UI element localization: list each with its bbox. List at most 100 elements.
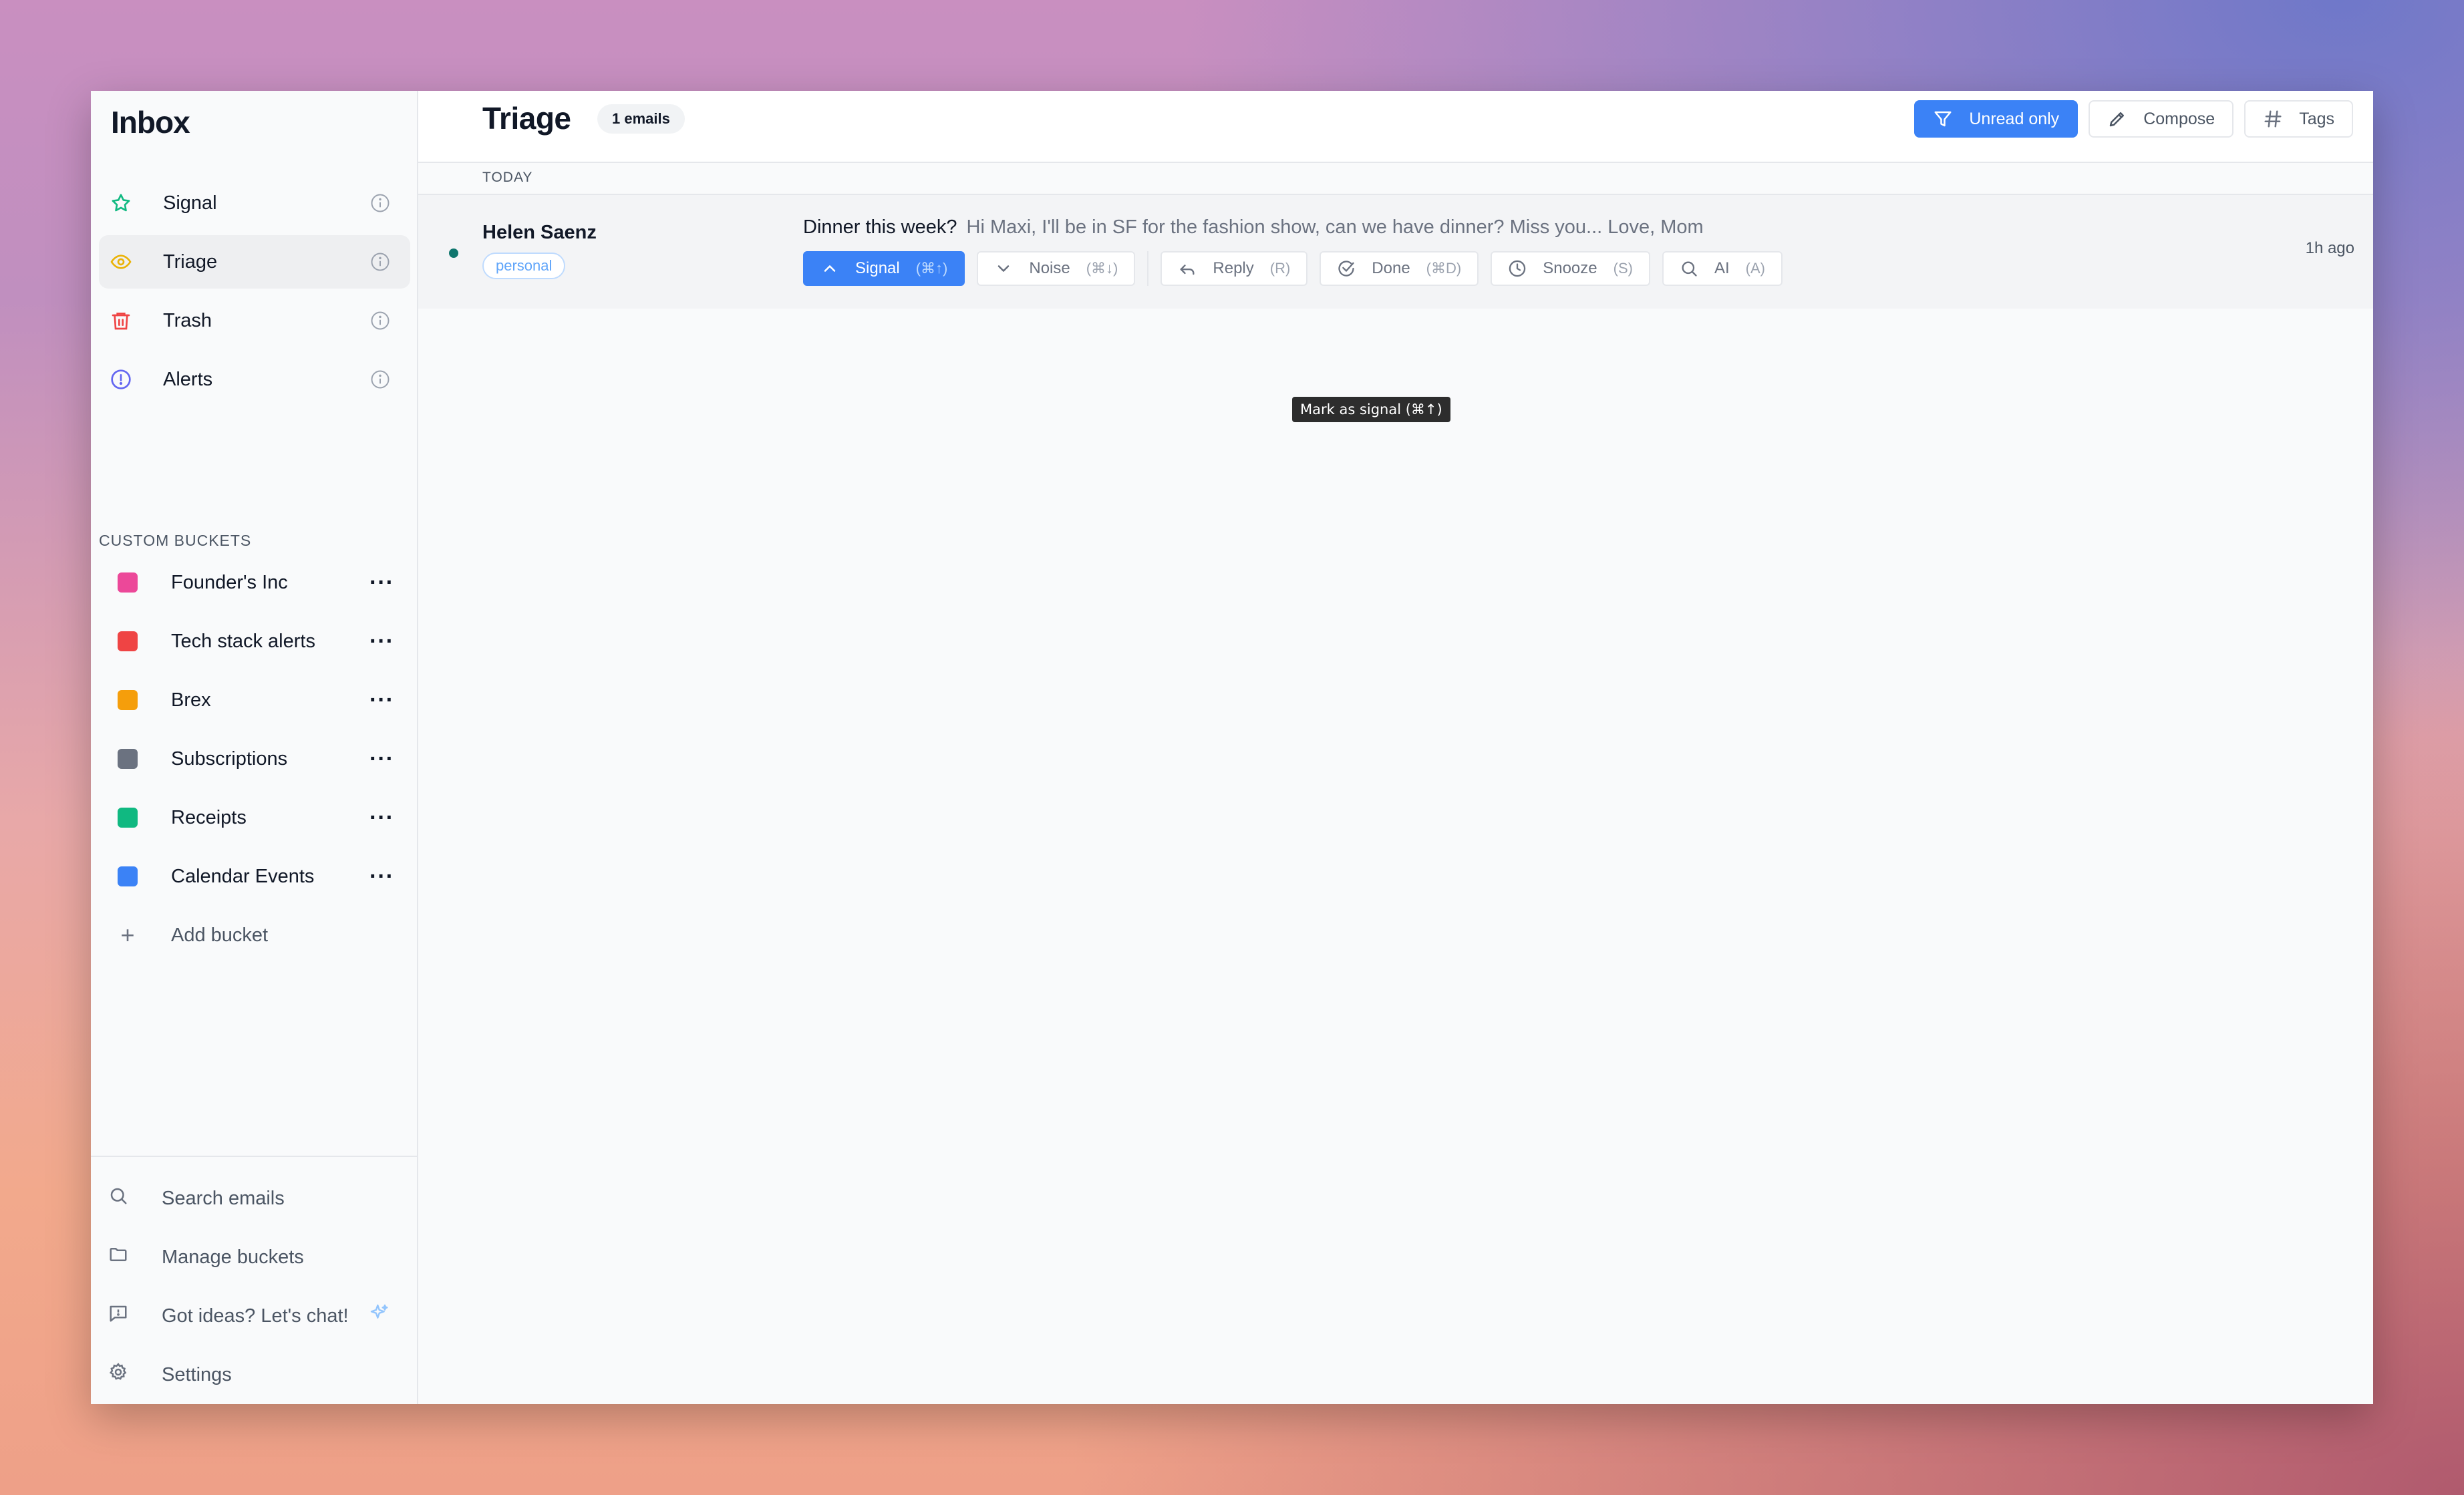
bucket-label: Tech stack alerts	[171, 630, 315, 652]
more-options-icon[interactable]: ···	[369, 748, 394, 770]
sidebar-item-label: Triage	[163, 251, 218, 273]
sidebar-item-trash[interactable]: Trash	[99, 294, 410, 347]
more-options-icon[interactable]: ···	[369, 571, 394, 594]
hash-icon	[2263, 109, 2283, 129]
search-icon	[108, 1186, 128, 1211]
bucket-item-calendar-events[interactable]: Calendar Events ···	[99, 850, 410, 903]
bucket-label: Subscriptions	[171, 748, 288, 770]
bucket-color-swatch	[118, 808, 138, 828]
sidebar-item-label: Signal	[163, 192, 217, 214]
signal-shortcut: (⌘↑)	[915, 260, 948, 277]
tags-button[interactable]: Tags	[2244, 100, 2353, 138]
reply-button[interactable]: Reply (R)	[1161, 251, 1308, 286]
more-options-icon[interactable]: ···	[369, 689, 394, 711]
manage-buckets-button[interactable]: Manage buckets	[91, 1228, 417, 1287]
bucket-label: Founder's Inc	[171, 571, 288, 593]
sparkle-icon	[369, 1303, 390, 1329]
gear-icon	[108, 1362, 128, 1387]
email-actions: Signal (⌘↑) Noise (⌘↓) Reply (R) Done (⌘…	[803, 251, 1783, 286]
bucket-item-receipts[interactable]: Receipts ···	[99, 791, 410, 844]
more-options-icon[interactable]: ···	[369, 865, 394, 888]
app-title: Inbox	[111, 105, 190, 140]
manage-buckets-label: Manage buckets	[162, 1246, 304, 1268]
search-emails-label: Search emails	[162, 1187, 285, 1209]
top-actions: Unread only Compose Tags	[1914, 100, 2353, 138]
eye-icon	[110, 251, 132, 273]
reply-icon	[1178, 259, 1197, 278]
noise-label: Noise	[1029, 259, 1070, 277]
ai-shortcut: (A)	[1745, 260, 1765, 277]
bucket-item-founders-inc[interactable]: Founder's Inc ···	[99, 556, 410, 609]
feedback-chat-button[interactable]: Got ideas? Let's chat!	[91, 1287, 417, 1345]
email-preview: Hi Maxi, I'll be in SF for the fashion s…	[966, 216, 1704, 238]
sidebar-item-signal[interactable]: Signal	[99, 176, 410, 230]
sidebar: Inbox Signal Triage Trash Alerts CUSTOM …	[91, 91, 418, 1404]
bucket-item-brex[interactable]: Brex ···	[99, 673, 410, 727]
unread-only-label: Unread only	[1969, 109, 2060, 128]
info-icon[interactable]	[370, 193, 390, 213]
clock-icon	[1508, 259, 1527, 278]
folder-icon	[108, 1244, 128, 1270]
unread-indicator	[449, 248, 458, 258]
noise-button[interactable]: Noise (⌘↓)	[977, 251, 1136, 286]
sidebar-item-label: Trash	[163, 309, 212, 331]
bucket-label: Calendar Events	[171, 865, 315, 887]
email-row[interactable]: Helen Saenz personal Dinner this week? Hi…	[418, 195, 2373, 309]
reply-shortcut: (R)	[1269, 260, 1291, 277]
email-tag[interactable]: personal	[482, 253, 566, 279]
ai-label: AI	[1714, 259, 1730, 277]
signal-button[interactable]: Signal (⌘↑)	[803, 251, 965, 286]
sidebar-footer: Search emails Manage buckets Got ideas? …	[91, 1156, 417, 1404]
date-group-label: TODAY	[482, 170, 533, 185]
done-shortcut: (⌘D)	[1426, 260, 1462, 277]
unread-only-filter-button[interactable]: Unread only	[1914, 100, 2078, 138]
noise-shortcut: (⌘↓)	[1086, 260, 1118, 277]
sidebar-item-triage[interactable]: Triage	[99, 235, 410, 289]
custom-buckets-heading: CUSTOM BUCKETS	[99, 532, 252, 549]
bucket-color-swatch	[118, 631, 138, 651]
chevron-down-icon	[994, 259, 1013, 278]
email-count-badge: 1 emails	[597, 104, 685, 134]
add-bucket-button[interactable]: + Add bucket	[99, 908, 410, 962]
pencil-icon	[2107, 109, 2127, 129]
signal-label: Signal	[855, 259, 900, 277]
email-subject: Dinner this week?	[803, 216, 957, 238]
search-icon	[1680, 259, 1698, 278]
signal-tooltip: Mark as signal (⌘↑)	[1292, 397, 1450, 422]
bucket-item-subscriptions[interactable]: Subscriptions ···	[99, 732, 410, 786]
more-options-icon[interactable]: ···	[369, 806, 394, 829]
trash-icon	[110, 309, 132, 332]
info-icon[interactable]	[370, 369, 390, 389]
snooze-shortcut: (S)	[1613, 260, 1633, 277]
bucket-color-swatch	[118, 690, 138, 710]
done-button[interactable]: Done (⌘D)	[1320, 251, 1479, 286]
bucket-item-tech-stack-alerts[interactable]: Tech stack alerts ···	[99, 615, 410, 668]
page-title: Triage	[482, 101, 571, 136]
done-label: Done	[1372, 259, 1410, 277]
compose-button[interactable]: Compose	[2089, 100, 2234, 138]
top-bar: Triage 1 emails Unread only Compose Tags	[418, 91, 2373, 163]
sidebar-nav: Signal Triage Trash Alerts	[99, 176, 410, 411]
snooze-label: Snooze	[1543, 259, 1597, 277]
info-icon[interactable]	[370, 252, 390, 272]
email-time: 1h ago	[2305, 239, 2354, 257]
chevron-up-icon	[820, 259, 839, 278]
more-options-icon[interactable]: ···	[369, 630, 394, 653]
compose-label: Compose	[2143, 109, 2215, 128]
settings-button[interactable]: Settings	[91, 1345, 417, 1404]
sidebar-item-alerts[interactable]: Alerts	[99, 353, 410, 406]
info-icon[interactable]	[370, 311, 390, 331]
bucket-color-swatch	[118, 866, 138, 886]
settings-label: Settings	[162, 1363, 232, 1385]
reply-label: Reply	[1213, 259, 1254, 277]
bucket-label: Brex	[171, 689, 211, 711]
action-separator	[1147, 251, 1149, 286]
add-bucket-label: Add bucket	[171, 924, 269, 946]
email-summary: Dinner this week? Hi Maxi, I'll be in SF …	[803, 216, 1704, 238]
ai-button[interactable]: AI (A)	[1662, 251, 1783, 286]
star-icon	[110, 192, 132, 214]
search-emails-button[interactable]: Search emails	[91, 1169, 417, 1228]
snooze-button[interactable]: Snooze (S)	[1491, 251, 1650, 286]
plus-icon: +	[120, 921, 135, 949]
app-window: Inbox Signal Triage Trash Alerts CUSTOM …	[91, 91, 2373, 1404]
